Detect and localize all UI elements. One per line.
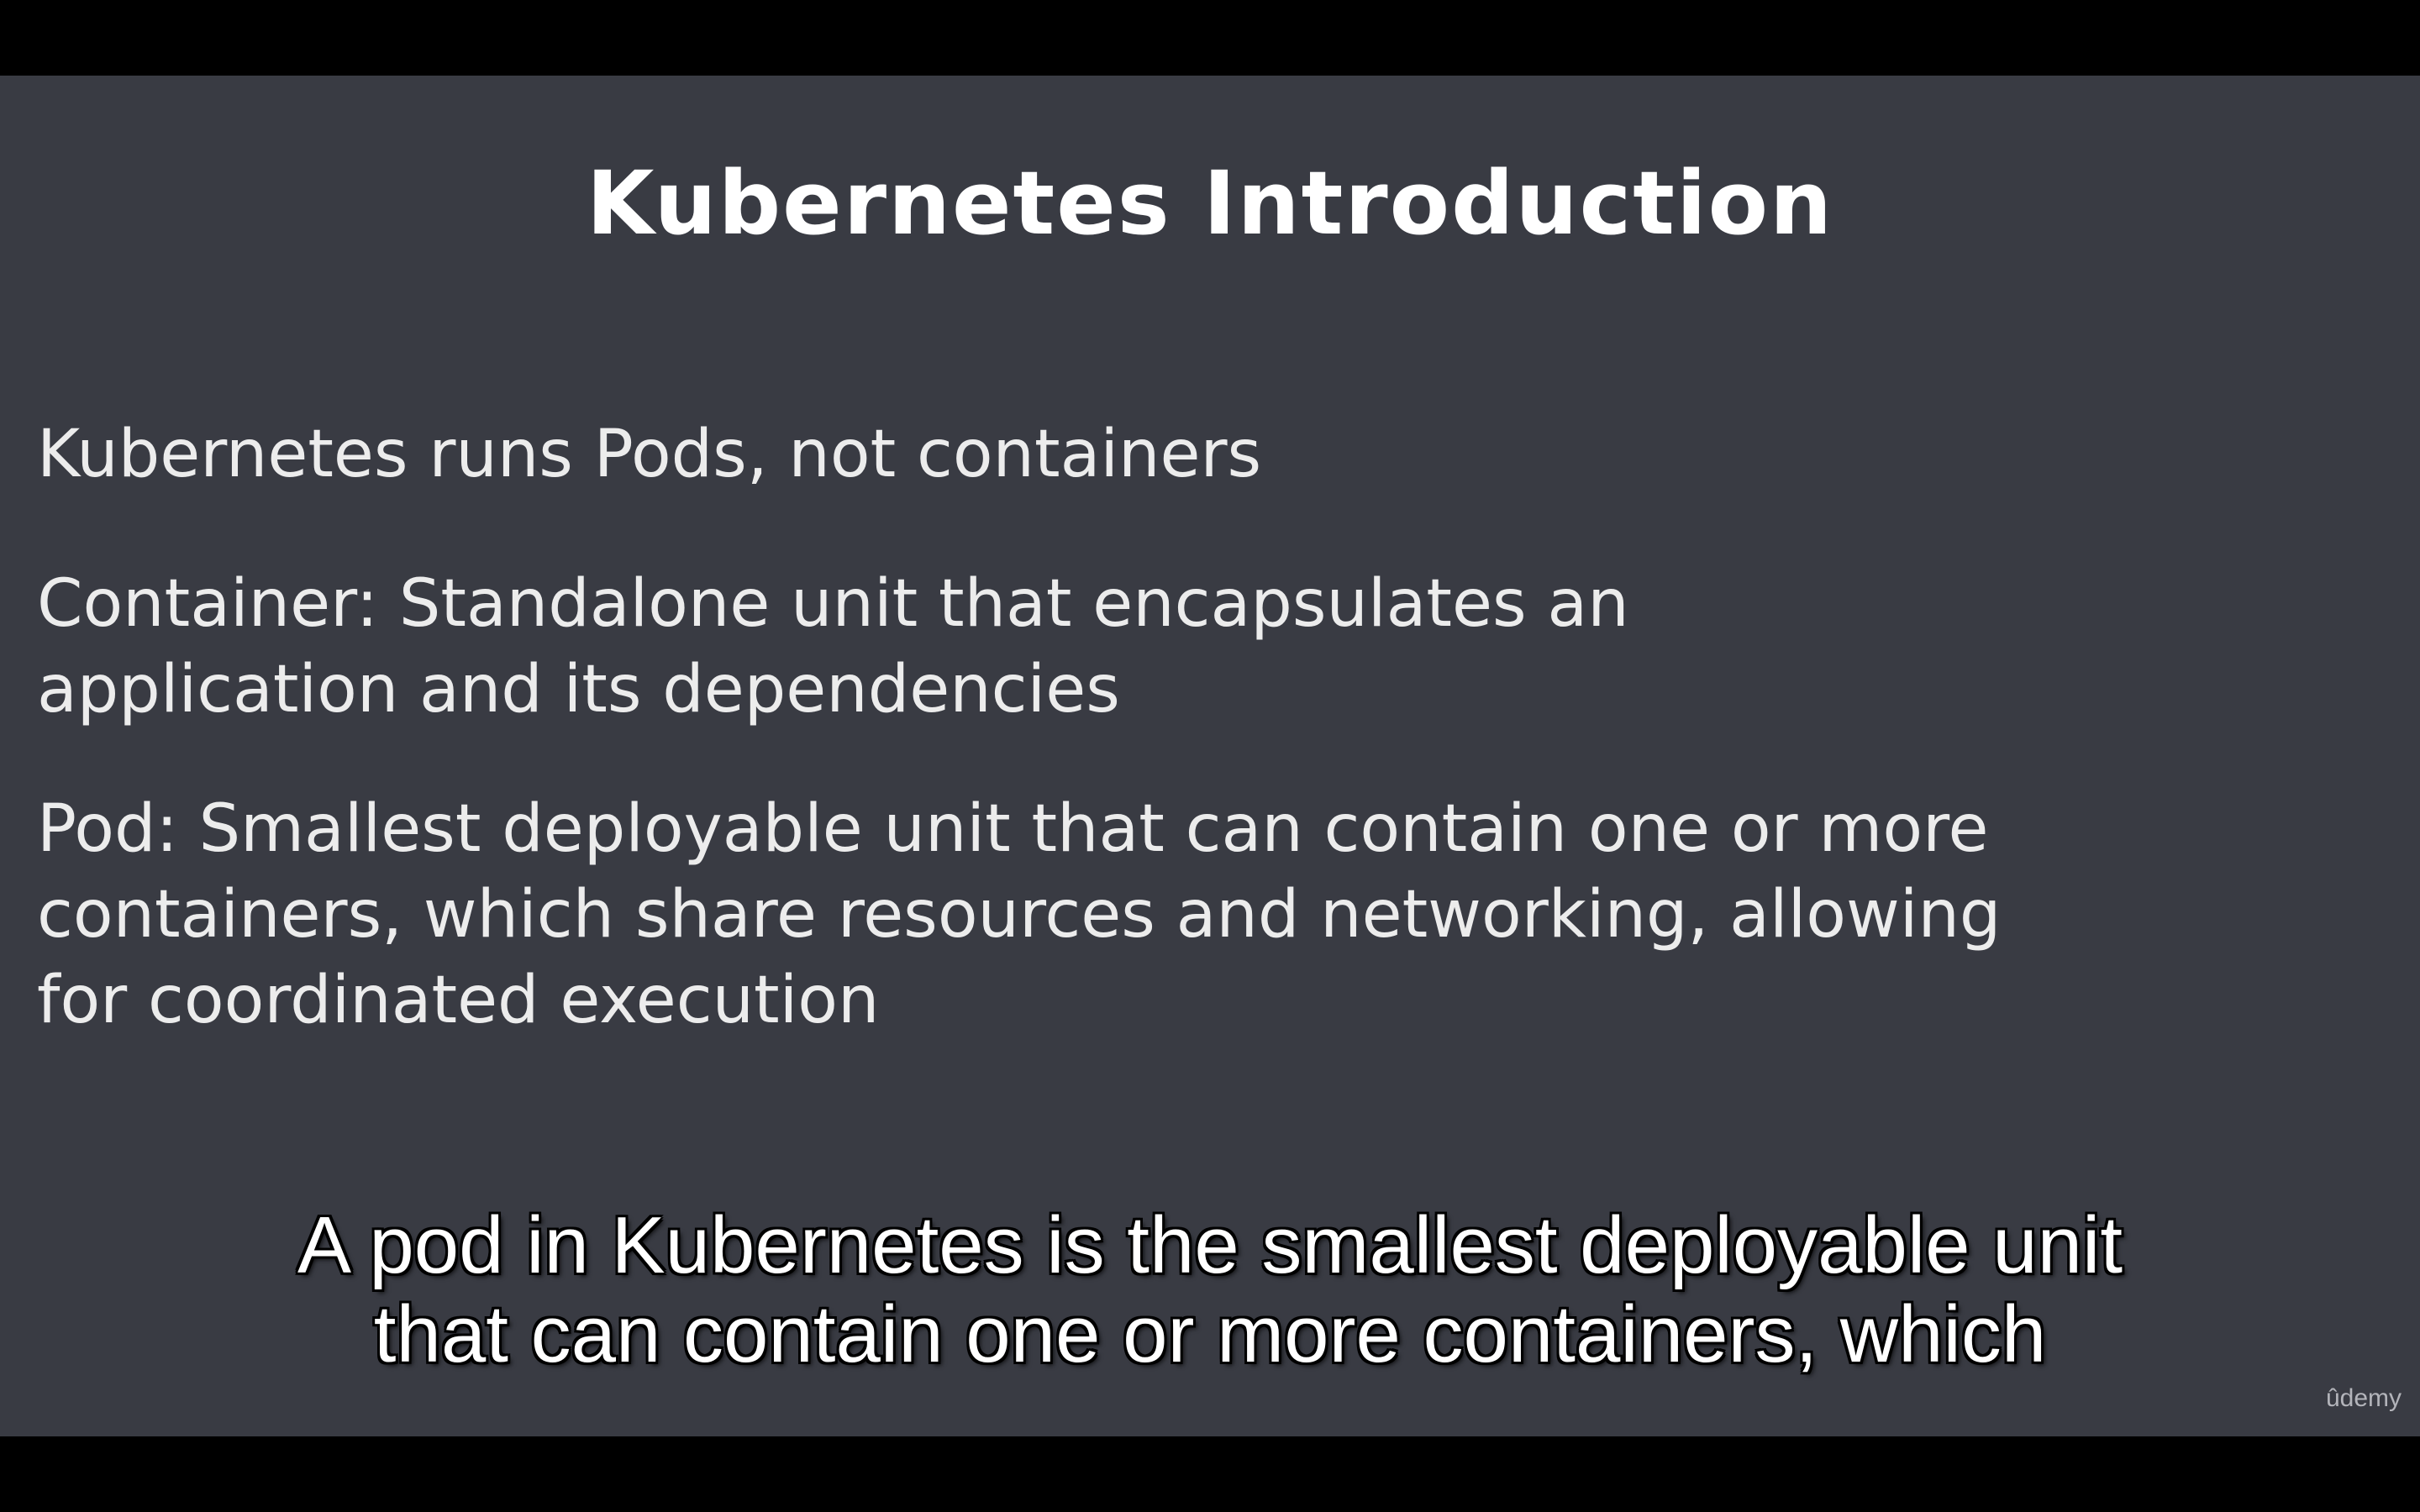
lecture-slide: Kubernetes Introduction Kubernetes runs …: [0, 76, 2420, 1436]
video-player-screen[interactable]: Kubernetes Introduction Kubernetes runs …: [0, 0, 2420, 1512]
video-caption: A pod in Kubernetes is the smallest depl…: [0, 1201, 2420, 1379]
caption-line: A pod in Kubernetes is the smallest depl…: [297, 1200, 2123, 1290]
caption-line: that can contain one or more containers,…: [373, 1289, 2047, 1379]
slide-title: Kubernetes Introduction: [586, 152, 1834, 255]
slide-point-container: Container: Standalone unit that encapsul…: [37, 561, 1629, 732]
slide-point-line: containers, which share resources and ne…: [37, 877, 2002, 953]
slide-point-line: application and its dependencies: [37, 652, 1120, 727]
slide-point-pods: Kubernetes runs Pods, not containers: [37, 412, 1261, 497]
slide-point-pod: Pod: Smallest deployable unit that can c…: [37, 786, 2001, 1043]
slide-point-line: Pod: Smallest deployable unit that can c…: [37, 791, 1989, 867]
slide-point-line: Container: Standalone unit that encapsul…: [37, 566, 1629, 642]
slide-point-line: Kubernetes runs Pods, not containers: [37, 417, 1262, 492]
slide-point-line: for coordinated execution: [37, 963, 880, 1038]
udemy-watermark-logo: ûdemy: [2325, 1384, 2402, 1412]
